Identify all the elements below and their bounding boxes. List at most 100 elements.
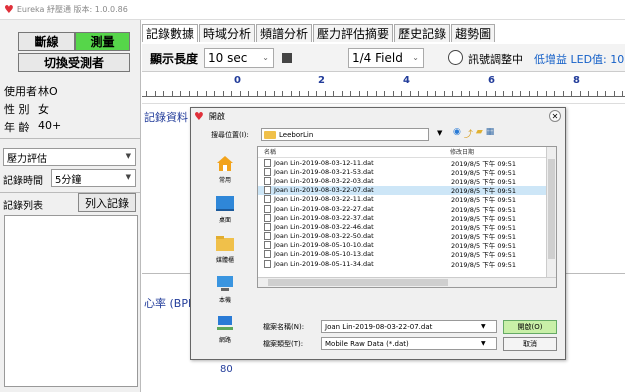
ruler-tick	[163, 91, 164, 96]
ruler-tick	[282, 91, 283, 96]
ruler-tick	[520, 91, 521, 96]
column-date[interactable]: 修改日期	[450, 147, 474, 157]
file-name: Joan Lin-2019-08-03-12-11.dat	[274, 158, 374, 167]
ruler-tick	[273, 91, 275, 96]
open-button[interactable]: 開啟(O)	[503, 320, 557, 334]
divider	[0, 138, 141, 139]
filename-input[interactable]: Joan Lin-2019-08-03-22-07.dat	[321, 320, 497, 333]
horizontal-scrollbar[interactable]	[258, 277, 556, 287]
ruler-tick	[562, 91, 564, 96]
tab-trend[interactable]: 趨勢圖	[451, 24, 496, 42]
ruler-tick	[596, 91, 598, 96]
tab-time-domain[interactable]: 時域分析	[199, 24, 256, 42]
ruler-tick	[205, 91, 207, 96]
record-time-label: 記錄時間	[3, 176, 43, 187]
chevron-down-icon: ⌄	[262, 53, 269, 62]
place-libraries[interactable]: 媒體櫃	[199, 226, 251, 264]
ruler-tick	[418, 91, 419, 96]
ruler-tick	[341, 91, 343, 96]
places-bar: 常用 桌面 媒體櫃 本機 網路	[199, 146, 251, 346]
place-desktop[interactable]: 桌面	[199, 186, 251, 224]
cancel-button[interactable]: 取消	[503, 337, 557, 351]
back-icon[interactable]: ◉	[453, 127, 461, 140]
ruler-tick	[579, 91, 581, 96]
axis-value: 80	[220, 364, 233, 375]
stop-icon[interactable]	[282, 53, 292, 63]
filename-label: 檔案名稱(N):	[263, 323, 305, 331]
file-rows: Joan Lin-2019-08-03-12-11.dat 2019/8/5 下午…	[258, 158, 556, 269]
file-name: Joan Lin-2019-08-03-22-50.dat	[274, 232, 374, 241]
ruler-tick	[494, 91, 496, 96]
file-list[interactable]: 名稱 修改日期 Joan Lin-2019-08-03-12-11.dat 201…	[257, 146, 557, 288]
location-value: LeeborLin	[279, 130, 314, 139]
signal-status: 訊號調整中	[468, 53, 523, 66]
file-row[interactable]: Joan Lin-2019-08-05-11-34.dat 2019/8/5 下午…	[258, 259, 556, 269]
up-folder-icon[interactable]: ⤴	[464, 127, 473, 140]
measure-button[interactable]: 測量	[75, 32, 130, 51]
place-network[interactable]: 網路	[199, 306, 251, 344]
dialog-title: 開啟	[208, 112, 225, 121]
ruler-tick	[188, 91, 190, 96]
mode-select[interactable]: 壓力評估 ▼	[3, 148, 136, 166]
tab-history[interactable]: 歷史記錄	[394, 24, 451, 42]
chevron-down-icon[interactable]: ▼	[437, 129, 442, 137]
add-record-button[interactable]: 列入記錄	[78, 193, 136, 212]
scroll-thumb[interactable]	[548, 159, 555, 259]
file-icon	[264, 232, 271, 241]
file-icon	[264, 222, 271, 231]
ruler-tick	[316, 91, 317, 96]
tab-stress-summary[interactable]: 壓力評估摘要	[313, 24, 394, 42]
open-file-dialog: ♥ 開啟 ✕ 搜尋位置(I): LeeborLin ▼ ◉ ⤴ ▰ ▦ 常用 桌…	[190, 107, 566, 360]
new-folder-icon[interactable]: ▰	[476, 127, 483, 140]
ruler-tick	[443, 91, 445, 96]
scroll-thumb[interactable]	[268, 279, 448, 286]
record-list[interactable]	[4, 215, 138, 387]
home-icon	[217, 156, 233, 171]
display-length-select[interactable]: 10 sec ⌄	[204, 48, 274, 68]
chevron-down-icon[interactable]: ▼	[481, 323, 486, 330]
ruler-tick	[511, 91, 513, 96]
ruler-tick	[528, 91, 530, 96]
field-select[interactable]: 1/4 Field ⌄	[348, 48, 424, 68]
folder-icon	[264, 130, 276, 139]
ruler-tick	[333, 91, 334, 96]
close-icon[interactable]: ✕	[549, 110, 561, 122]
ruler-tick	[146, 91, 147, 96]
column-name[interactable]: 名稱	[258, 147, 450, 157]
ruler-tick	[392, 91, 394, 96]
file-name: Joan Lin-2019-08-03-22-11.dat	[274, 195, 374, 204]
ruler-tick	[324, 91, 326, 96]
file-icon	[264, 186, 271, 195]
file-icon	[264, 176, 271, 185]
view-menu-icon[interactable]: ▦	[486, 127, 495, 140]
ruler-tick	[350, 91, 351, 96]
place-label: 本機	[218, 297, 231, 304]
ruler-tick	[613, 91, 615, 96]
signal-radio-icon[interactable]	[448, 50, 463, 65]
switch-user-button[interactable]: 切換受測者	[18, 53, 130, 72]
filetype-select[interactable]: Mobile Raw Data (*.dat)	[321, 337, 497, 350]
vertical-scrollbar[interactable]	[546, 147, 556, 277]
chevron-down-icon: ▼	[125, 173, 131, 181]
filetype-label: 檔案類型(T):	[263, 340, 304, 348]
ruler-label: 8	[573, 75, 580, 86]
ruler-tick	[486, 91, 487, 96]
file-icon	[264, 158, 271, 167]
ruler-tick	[222, 91, 224, 96]
disconnect-button[interactable]: 斷線	[18, 32, 75, 51]
chevron-down-icon[interactable]: ▼	[481, 340, 486, 347]
record-time-select[interactable]: 5分鐘 ▼	[51, 169, 136, 187]
place-label: 桌面	[218, 217, 231, 224]
place-this-pc[interactable]: 本機	[199, 266, 251, 304]
tab-spectrum[interactable]: 頻譜分析	[256, 24, 313, 42]
ruler-tick	[460, 91, 462, 96]
age-label: 年 齡	[4, 121, 30, 134]
place-label: 媒體櫃	[215, 257, 234, 264]
title-bar: ♥ Eureka 紓壓通 版本: 1.0.0.86	[0, 0, 625, 20]
record-data-label: 記錄資料	[144, 111, 188, 124]
location-select[interactable]: LeeborLin	[261, 128, 429, 141]
field-value: 1/4 Field	[352, 51, 403, 65]
place-quick-access[interactable]: 常用	[199, 146, 251, 184]
tab-record-data[interactable]: 記錄數據	[142, 24, 199, 42]
time-ruler	[142, 89, 625, 97]
